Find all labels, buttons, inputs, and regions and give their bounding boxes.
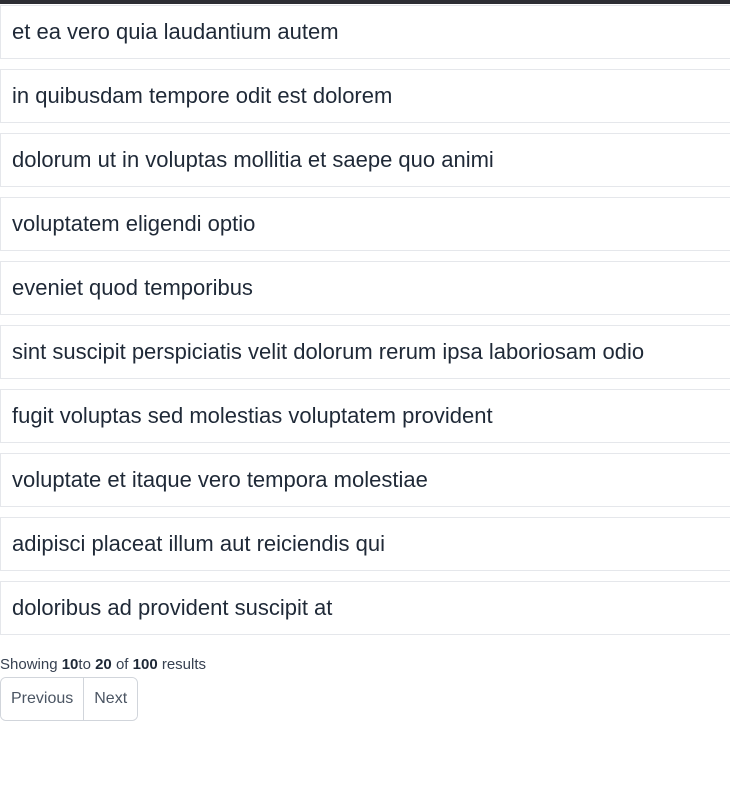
summary-to-word: to bbox=[78, 656, 96, 673]
pagination: Previous Next bbox=[0, 677, 139, 721]
results-list: et ea vero quia laudantium autem in quib… bbox=[0, 5, 730, 645]
list-item[interactable]: adipisci placeat illum aut reiciendis qu… bbox=[0, 517, 730, 571]
list-item[interactable]: sint suscipit perspiciatis velit dolorum… bbox=[0, 325, 730, 379]
list-item[interactable]: eveniet quod temporibus bbox=[0, 261, 730, 315]
summary-suffix: results bbox=[157, 656, 207, 673]
list-item-title: voluptatem eligendi optio bbox=[12, 211, 256, 236]
summary-total: 100 bbox=[132, 656, 158, 673]
top-border bbox=[0, 0, 730, 4]
list-item[interactable]: voluptate et itaque vero tempora molesti… bbox=[0, 453, 730, 507]
next-button[interactable]: Next bbox=[84, 678, 138, 720]
previous-button[interactable]: Previous bbox=[1, 678, 85, 720]
list-item-title: fugit voluptas sed molestias voluptatem … bbox=[12, 403, 493, 428]
list-item-title: dolorum ut in voluptas mollitia et saepe… bbox=[12, 147, 494, 172]
list-item-title: sint suscipit perspiciatis velit dolorum… bbox=[12, 339, 645, 364]
list-item-title: in quibusdam tempore odit est dolorem bbox=[12, 83, 393, 108]
summary-from: 10 bbox=[61, 656, 79, 673]
list-item-title: et ea vero quia laudantium autem bbox=[12, 19, 339, 44]
list-item[interactable]: in quibusdam tempore odit est dolorem bbox=[0, 69, 730, 123]
summary-to: 20 bbox=[95, 656, 112, 673]
summary-prefix: Showing bbox=[0, 656, 62, 673]
list-item[interactable]: voluptatem eligendi optio bbox=[0, 197, 730, 251]
list-item-title: doloribus ad provident suscipit at bbox=[12, 595, 333, 620]
results-summary: Showing 10to 20 of 100 results bbox=[0, 656, 206, 673]
summary-of-word: of bbox=[111, 656, 133, 673]
list-item-title: adipisci placeat illum aut reiciendis qu… bbox=[12, 531, 385, 556]
list-item-title: voluptate et itaque vero tempora molesti… bbox=[12, 467, 428, 492]
list-item[interactable]: et ea vero quia laudantium autem bbox=[0, 5, 730, 59]
list-item-title: eveniet quod temporibus bbox=[12, 275, 253, 300]
list-item[interactable]: dolorum ut in voluptas mollitia et saepe… bbox=[0, 133, 730, 187]
list-item[interactable]: doloribus ad provident suscipit at bbox=[0, 581, 730, 635]
list-item[interactable]: fugit voluptas sed molestias voluptatem … bbox=[0, 389, 730, 443]
